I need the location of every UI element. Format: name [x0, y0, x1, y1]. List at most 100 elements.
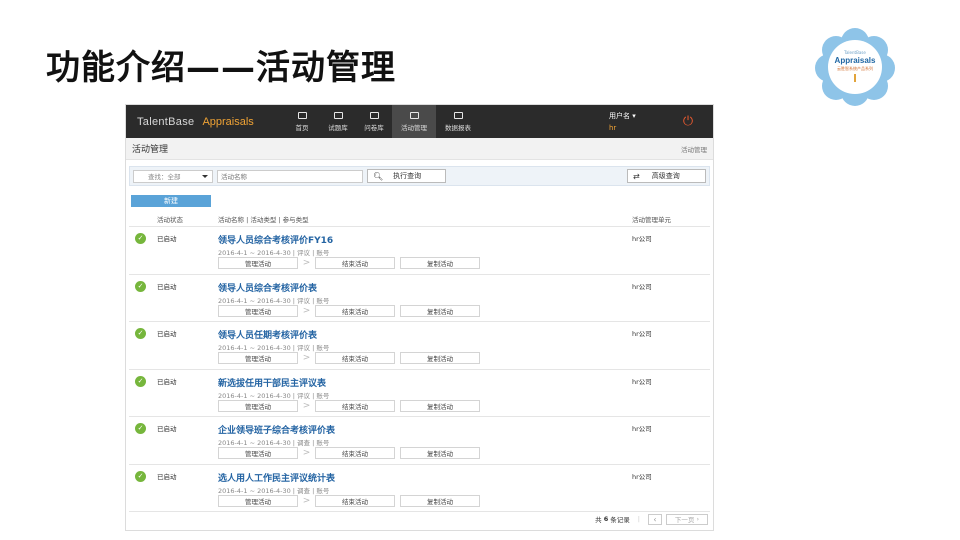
chevron-right-icon: > — [302, 258, 311, 268]
row-actions: 管理活动 > 结束活动 复制活动 — [218, 447, 480, 459]
user-icon — [369, 111, 379, 119]
breadcrumb[interactable]: 活动管理 — [681, 144, 707, 154]
nav-label: 数据报表 — [445, 123, 471, 132]
row-status: 已启动 — [157, 282, 177, 291]
query-label: 执行查询 — [393, 172, 422, 180]
nav-item-question-bank[interactable]: 试题库 — [320, 105, 356, 138]
row-actions: 管理活动 > 结束活动 复制活动 — [218, 399, 480, 412]
filter-select-value: 查找：全部 — [148, 173, 181, 181]
activity-name-link[interactable]: 领导人员综合考核评价表 — [218, 281, 317, 294]
header-name: 活动名称 | 活动类型 | 参与类型 — [218, 215, 309, 224]
activity-name-link[interactable]: 领导人员任期考核评价表 — [218, 328, 317, 341]
end-activity-button[interactable]: 结束活动 — [315, 447, 395, 459]
copy-activity-button[interactable]: 复制活动 — [400, 399, 480, 412]
app-window: TalentBase Appraisals 首页 试题库 问卷库 活动管理 数据… — [125, 104, 714, 531]
user-menu[interactable]: 用户名 ▾ hr — [603, 105, 663, 138]
check-circle-icon: ✓ — [135, 233, 146, 244]
next-page-label: 下一页 — [674, 516, 695, 524]
nav-item-home[interactable]: 首页 — [284, 105, 320, 138]
row-meta: 2016-4-1 ~ 2016-4-30 | 评议 | 账号 — [218, 344, 330, 352]
row-unit: hr公司 — [632, 330, 652, 338]
copy-activity-button[interactable]: 复制活动 — [400, 447, 480, 459]
activity-name-link[interactable]: 新选拔任用干部民主评议表 — [218, 376, 326, 389]
end-activity-button[interactable]: 结束活动 — [315, 352, 395, 364]
check-circle-icon: ✓ — [135, 423, 146, 434]
check-circle-icon: ✓ — [135, 328, 146, 339]
row-meta: 2016-4-1 ~ 2016-4-30 | 调查 | 账号 — [218, 486, 330, 495]
card-icon — [333, 111, 343, 119]
row-meta: 2016-4-1 ~ 2016-4-30 | 调查 | 账号 — [218, 439, 330, 447]
next-page-button[interactable]: 下一页 › — [666, 513, 708, 525]
user-name: 用户名 ▾ — [609, 112, 636, 120]
search-bar: 查找：全部 活动名称 🔍︎ 执行查询 ⇄ 高级查询 — [129, 166, 710, 186]
filter-select[interactable]: 查找：全部 — [133, 169, 213, 183]
table-row: ✓ 已启动 领导人员综合考核评价表 2016-4-1 ~ 2016-4-30 |… — [129, 275, 710, 322]
total-prefix: 共 — [595, 516, 602, 524]
manage-activity-button[interactable]: 管理活动 — [218, 304, 298, 317]
nav-item-activity-management[interactable]: 活动管理 — [392, 105, 436, 138]
header-status: 活动状态 — [157, 215, 183, 224]
chevron-right-icon: > — [302, 353, 311, 363]
manage-activity-button[interactable]: 管理活动 — [218, 257, 298, 269]
table-row: ✓ 已启动 新选拔任用干部民主评议表 2016-4-1 ~ 2016-4-30 … — [129, 370, 710, 417]
logo-sub-text: 云胜智系统产品系列 — [837, 66, 873, 71]
check-circle-icon: ✓ — [135, 375, 146, 387]
end-activity-button[interactable]: 结束活动 — [315, 399, 395, 412]
chevron-down-icon — [202, 174, 208, 178]
chevron-right-icon: › — [696, 515, 700, 523]
advanced-query-button[interactable]: ⇄ 高级查询 — [627, 169, 706, 183]
chevron-right-icon: > — [302, 305, 311, 316]
nav-label: 试题库 — [328, 123, 348, 132]
nav-label: 问卷库 — [364, 123, 384, 132]
row-unit: hr公司 — [632, 425, 652, 433]
chevron-right-icon: > — [302, 448, 311, 458]
copy-activity-button[interactable]: 复制活动 — [400, 352, 480, 364]
nav-item-reports[interactable]: 数据报表 — [436, 105, 480, 138]
end-activity-button[interactable]: 结束活动 — [315, 257, 395, 269]
refresh-icon: ⇄ — [633, 171, 640, 181]
manage-activity-button[interactable]: 管理活动 — [218, 399, 298, 412]
building-icon — [297, 111, 307, 119]
logo-brand: Appraisals — [834, 56, 876, 65]
page-header: 活动管理 活动管理 — [126, 138, 713, 160]
copy-activity-button[interactable]: 复制活动 — [400, 304, 480, 317]
activity-name-input[interactable]: 活动名称 — [217, 169, 363, 183]
logo-small-text: TalentBase — [844, 50, 866, 55]
power-icon[interactable]: ⏻ — [663, 105, 713, 138]
row-unit: hr公司 — [632, 472, 652, 481]
row-status: 已启动 — [157, 235, 177, 243]
total-count: 6 — [603, 515, 609, 523]
page-title: 活动管理 — [132, 145, 169, 155]
brand-app: Appraisals — [202, 115, 254, 128]
nav-item-survey-bank[interactable]: 问卷库 — [356, 105, 392, 138]
app-brand[interactable]: TalentBase Appraisals — [126, 105, 284, 138]
nav-label: 活动管理 — [401, 123, 427, 132]
activity-name-link[interactable]: 企业领导班子综合考核评价表 — [218, 423, 335, 436]
query-button[interactable]: 🔍︎ 执行查询 — [367, 169, 446, 183]
new-button[interactable]: 新建 — [131, 195, 211, 207]
manage-activity-button[interactable]: 管理活动 — [218, 352, 298, 364]
table-row: ✓ 已启动 企业领导班子综合考核评价表 2016-4-1 ~ 2016-4-30… — [129, 417, 710, 465]
end-activity-button[interactable]: 结束活动 — [315, 304, 395, 317]
slide-title: 功能介绍——活动管理 — [46, 48, 396, 88]
manage-activity-button[interactable]: 管理活动 — [218, 494, 298, 507]
end-activity-button[interactable]: 结束活动 — [315, 494, 395, 507]
check-circle-icon: ✓ — [135, 280, 146, 292]
row-meta: 2016-4-1 ~ 2016-4-30 | 评议 | 账号 — [218, 249, 330, 257]
activity-name-link[interactable]: 选人用人工作民主评议统计表 — [218, 471, 335, 484]
nav-label: 首页 — [295, 123, 309, 132]
cube-icon — [453, 111, 463, 119]
advanced-label: 高级查询 — [651, 172, 680, 180]
prev-page-button[interactable]: ‹ — [648, 513, 662, 525]
table-row: ✓ 已启动 领导人员任期考核评价表 2016-4-1 ~ 2016-4-30 |… — [129, 322, 710, 370]
manage-activity-button[interactable]: 管理活动 — [218, 447, 298, 459]
appraisals-logo: TalentBase Appraisals 云胜智系统产品系列 — [815, 28, 895, 106]
search-icon: 🔍︎ — [373, 171, 384, 181]
copy-activity-button[interactable]: 复制活动 — [400, 494, 480, 507]
activity-name-link[interactable]: 领导人员综合考核评价FY16 — [218, 233, 333, 246]
row-actions: 管理活动 > 结束活动 复制活动 — [218, 257, 480, 269]
copy-activity-button[interactable]: 复制活动 — [400, 257, 480, 269]
row-unit: hr公司 — [632, 282, 652, 291]
row-status: 已启动 — [157, 472, 177, 481]
table-header: 活动状态 活动名称 | 活动类型 | 参与类型 活动管理单元 — [129, 211, 710, 227]
